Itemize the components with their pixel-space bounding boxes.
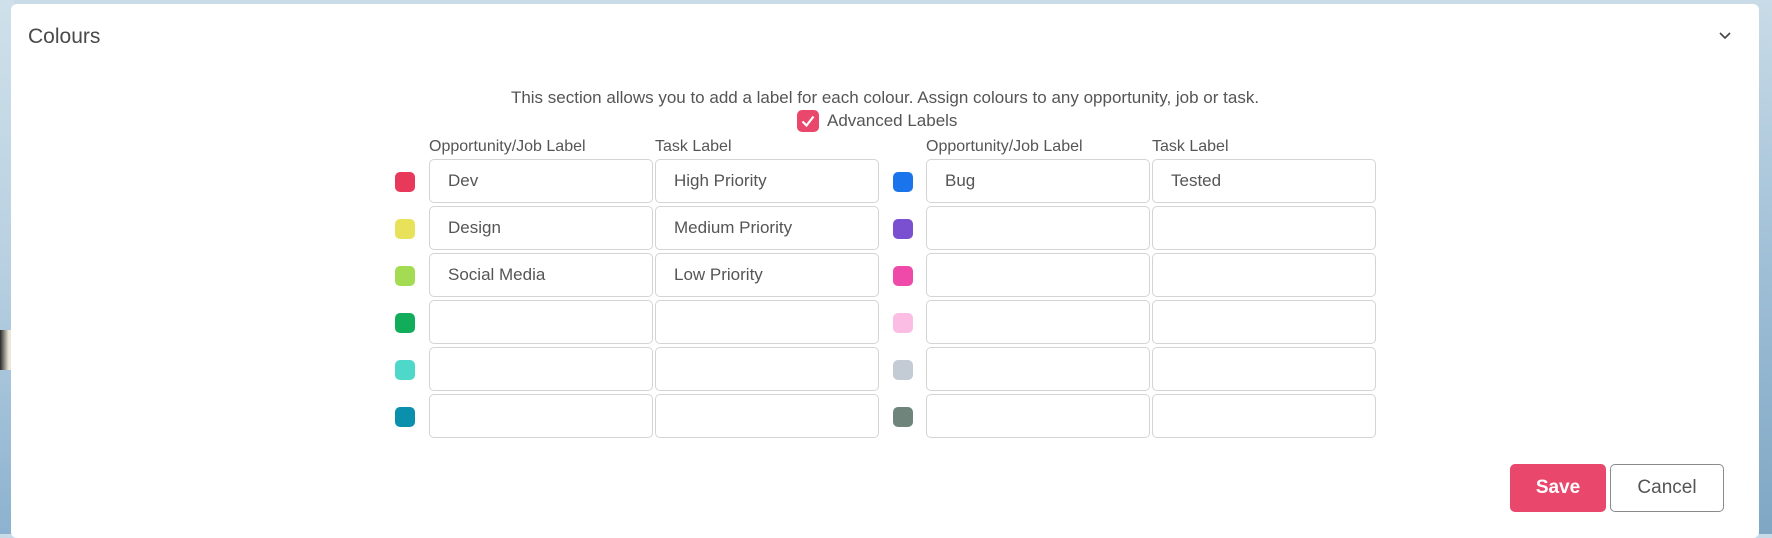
task-label-input[interactable] (1152, 347, 1376, 391)
colour-swatch (893, 407, 913, 427)
opportunity-label-input[interactable] (926, 206, 1150, 250)
colour-swatch (395, 219, 415, 239)
opportunity-label-input[interactable] (926, 253, 1150, 297)
opportunity-label-input[interactable] (429, 253, 653, 297)
colours-panel: Colours This section allows you to add a… (11, 4, 1759, 538)
colour-swatch (893, 360, 913, 380)
save-button[interactable]: Save (1510, 464, 1606, 512)
task-label-input[interactable] (1152, 394, 1376, 438)
colour-swatch (395, 266, 415, 286)
opportunity-label-input[interactable] (429, 347, 653, 391)
colour-swatch (395, 313, 415, 333)
colour-swatch (893, 172, 913, 192)
opportunity-label-input[interactable] (926, 347, 1150, 391)
colour-swatch (893, 313, 913, 333)
opportunity-label-input[interactable] (429, 394, 653, 438)
task-label-input[interactable] (655, 347, 879, 391)
opportunity-label-input[interactable] (926, 159, 1150, 203)
section-description: This section allows you to add a label f… (510, 88, 1260, 107)
task-label-input[interactable] (1152, 206, 1376, 250)
task-label-input[interactable] (655, 300, 879, 344)
opportunity-label-input[interactable] (429, 159, 653, 203)
opportunity-label-input[interactable] (926, 394, 1150, 438)
advanced-labels-toggle[interactable]: Advanced Labels (797, 109, 957, 133)
colour-swatch (893, 219, 913, 239)
task-label-input[interactable] (1152, 159, 1376, 203)
opportunity-label-input[interactable] (926, 300, 1150, 344)
opportunity-label-input[interactable] (429, 206, 653, 250)
colour-swatch (893, 266, 913, 286)
cancel-button[interactable]: Cancel (1610, 464, 1724, 512)
column-header-right-task: Task Label (1152, 138, 1229, 155)
panel-title: Colours (28, 25, 101, 48)
advanced-labels-label: Advanced Labels (827, 111, 958, 130)
opportunity-label-input[interactable] (429, 300, 653, 344)
advanced-labels-checkbox[interactable] (797, 110, 819, 132)
task-label-input[interactable] (1152, 253, 1376, 297)
colour-swatch (395, 360, 415, 380)
task-label-input[interactable] (655, 159, 879, 203)
chevron-down-icon[interactable] (1719, 29, 1731, 41)
task-label-input[interactable] (655, 253, 879, 297)
task-label-input[interactable] (655, 394, 879, 438)
colour-swatch (395, 172, 415, 192)
column-header-left-opportunity: Opportunity/Job Label (429, 138, 586, 155)
task-label-input[interactable] (655, 206, 879, 250)
colour-swatch (395, 407, 415, 427)
column-header-left-task: Task Label (655, 138, 732, 155)
checkmark-icon (801, 115, 815, 128)
task-label-input[interactable] (1152, 300, 1376, 344)
column-header-right-opportunity: Opportunity/Job Label (926, 138, 1083, 155)
